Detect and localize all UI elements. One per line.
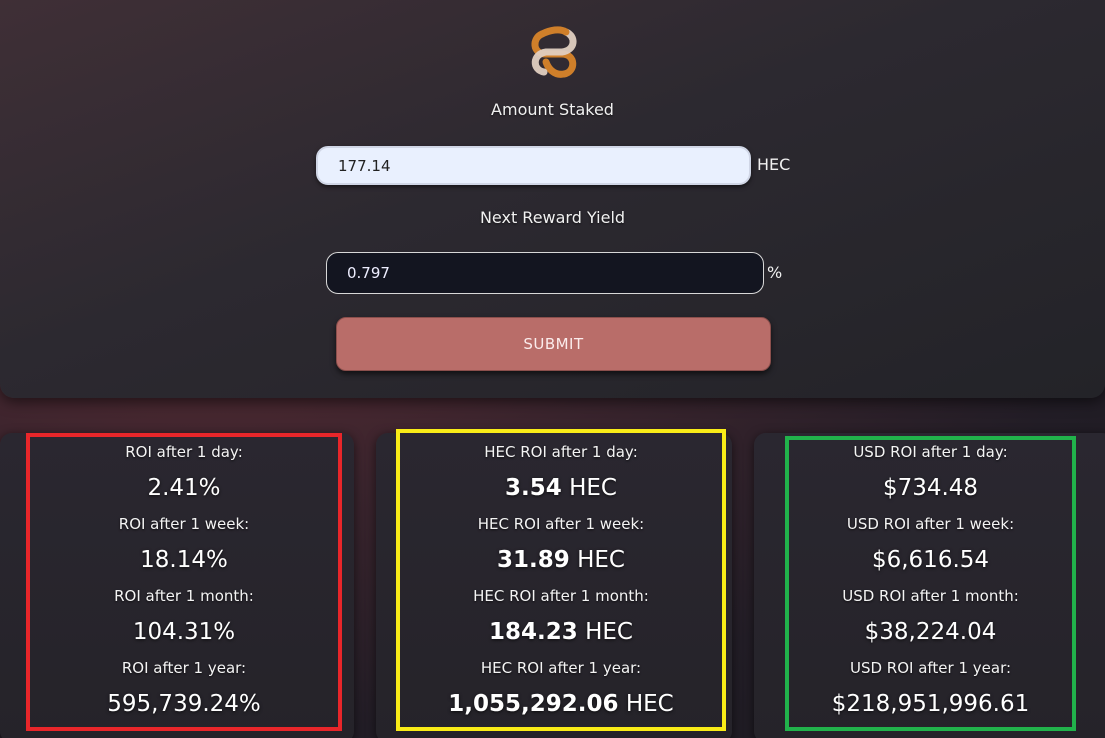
roi-year-value: 595,739.24%	[107, 691, 261, 717]
hec-roi-week-value: 31.89 HEC	[396, 547, 726, 573]
hec-unit: HEC	[577, 547, 625, 573]
hec-roi-month-label: HEC ROI after 1 month:	[473, 587, 649, 605]
yield-unit-label: %	[767, 263, 783, 282]
hec-roi-year-amount: 1,055,292.06	[448, 691, 619, 717]
usd-roi-month-label: USD ROI after 1 month:	[842, 587, 1019, 605]
amount-staked-input[interactable]	[316, 146, 751, 185]
calculator-panel: Amount Staked HEC Next Reward Yield % SU…	[0, 0, 1105, 398]
hec-roi-month-amount: 184.23	[489, 619, 578, 645]
roi-month-value: 104.31%	[132, 619, 236, 645]
hec-roi-week-label: HEC ROI after 1 week:	[477, 515, 645, 533]
hector-logo-icon	[531, 26, 577, 78]
amount-staked-label: Amount Staked	[491, 100, 614, 119]
roi-year-label: ROI after 1 year:	[121, 659, 247, 677]
usd-roi-year-value: $218,951,996.61	[831, 691, 1030, 717]
usd-roi-month-value: $38,224.04	[864, 619, 997, 645]
hec-roi-year-value: 1,055,292.06 HEC	[396, 691, 726, 717]
amount-unit-label: HEC	[757, 155, 791, 174]
roi-day-label: ROI after 1 day:	[125, 443, 243, 461]
submit-button[interactable]: SUBMIT	[336, 317, 771, 371]
hec-roi-day-value: 3.54 HEC	[396, 475, 726, 501]
hec-roi-day-label: HEC ROI after 1 day:	[484, 443, 638, 461]
hec-unit: HEC	[625, 691, 674, 717]
usd-roi-year-label: USD ROI after 1 year:	[849, 659, 1012, 677]
usd-roi-week-label: USD ROI after 1 week:	[846, 515, 1015, 533]
hec-roi-day-amount: 3.54	[505, 475, 562, 501]
hec-unit: HEC	[569, 475, 617, 501]
hec-roi-year-label: HEC ROI after 1 year:	[480, 659, 642, 677]
usd-roi-day-label: USD ROI after 1 day:	[853, 443, 1008, 461]
hec-roi-month-value: 184.23 HEC	[396, 619, 726, 645]
roi-week-value: 18.14%	[140, 547, 228, 573]
next-reward-yield-label: Next Reward Yield	[479, 208, 626, 227]
roi-week-label: ROI after 1 week:	[118, 515, 250, 533]
next-reward-yield-input[interactable]	[326, 252, 764, 294]
usd-roi-week-value: $6,616.54	[871, 547, 990, 573]
hec-roi-week-amount: 31.89	[497, 547, 570, 573]
usd-roi-day-value: $734.48	[882, 475, 979, 501]
roi-month-label: ROI after 1 month:	[114, 587, 254, 605]
hec-unit: HEC	[585, 619, 633, 645]
roi-day-value: 2.41%	[147, 475, 221, 501]
